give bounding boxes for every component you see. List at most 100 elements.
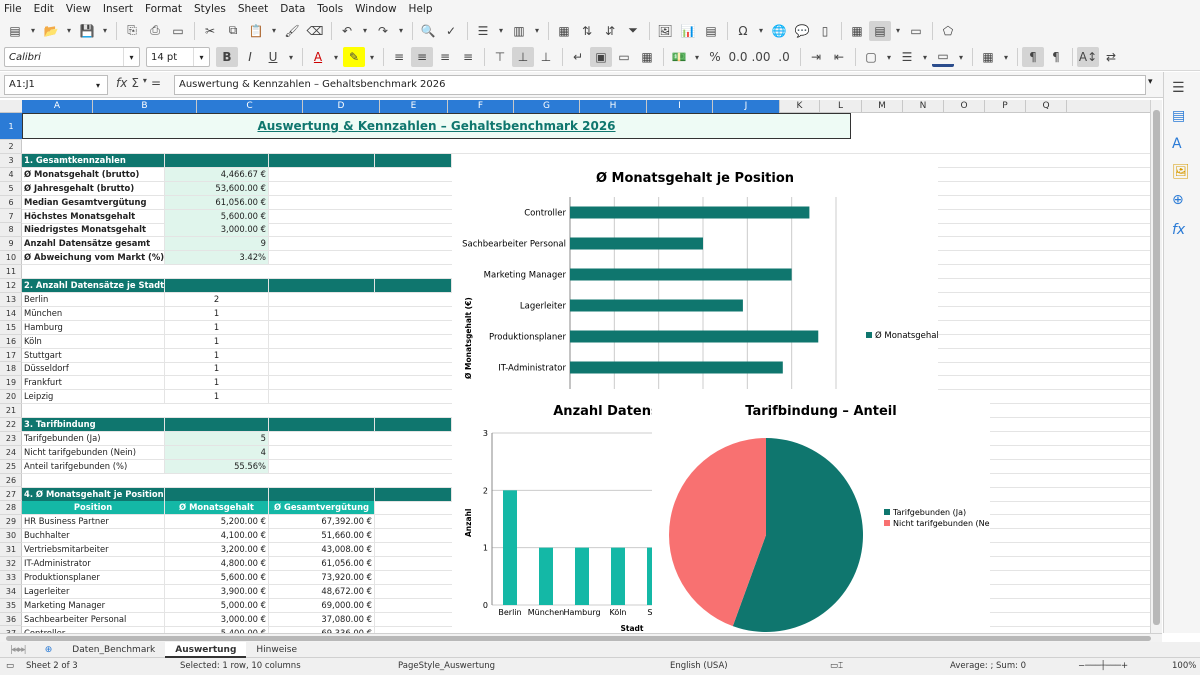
row-header[interactable]: 27 [0,488,22,502]
position-monthly[interactable]: 5,000.00 € [165,598,269,612]
column-header-b[interactable]: B [93,100,197,113]
tarif-value[interactable]: 55.56% [165,459,269,473]
chart-tarif-share[interactable]: Tarifbindung – Anteil Tarifgebunden (Ja) N… [652,390,1000,633]
position-name[interactable]: Lagerleiter [22,584,165,598]
column-header-l[interactable]: L [820,100,862,113]
section-header[interactable]: 3. Tarifbindung [22,418,165,431]
row-header[interactable]: 34 [0,585,22,599]
kpi-label[interactable]: Ø Monatsgehalt (brutto) [22,167,165,181]
city-name[interactable]: Leipzig [22,390,165,404]
clear-format-icon[interactable]: ⌫ [304,21,326,41]
column-header-i[interactable]: I [647,100,713,113]
position-monthly[interactable]: 3,000.00 € [165,612,269,626]
position-name[interactable]: Marketing Manager [22,598,165,612]
row-header[interactable]: 10 [0,251,22,266]
save-dropdown-icon[interactable]: ▾ [99,21,111,41]
section-header-fill[interactable] [375,153,452,167]
define-print-area-icon[interactable]: ▦ [846,21,868,41]
styles-icon[interactable]: A [1172,136,1182,152]
city-count[interactable]: 1 [165,362,269,376]
menu-item-format[interactable]: Format [145,3,182,15]
column-header-f[interactable]: F [448,100,514,113]
row-header[interactable]: 14 [0,307,22,321]
highlight-color-icon[interactable]: ✎ [343,47,365,67]
column-header-p[interactable]: P [985,100,1026,113]
cut-icon[interactable]: ✂ [199,21,221,41]
row-header[interactable]: 11 [0,265,22,279]
paste-dropdown-icon[interactable]: ▾ [268,21,280,41]
row-header[interactable]: 31 [0,543,22,557]
section-header-fill[interactable] [269,153,375,167]
menu-item-window[interactable]: Window [355,3,396,15]
row-header[interactable]: 3 [0,154,22,168]
text-direction-icon[interactable]: ⇄ [1100,47,1122,67]
city-name[interactable]: Hamburg [22,320,165,334]
city-name[interactable]: Stuttgart [22,348,165,362]
wrap-text-icon[interactable]: ↵ [567,47,589,67]
align-center-icon[interactable]: ≡ [411,47,433,67]
vertical-scrollbar[interactable] [1150,100,1162,633]
menu-item-view[interactable]: View [66,3,91,15]
chevron-down-icon[interactable]: ▾ [193,48,209,66]
justify-icon[interactable]: ≡ [457,47,479,67]
position-total[interactable]: 48,672.00 € [269,584,375,598]
row-header[interactable]: 21 [0,404,22,418]
tarif-label[interactable]: Tarifgebunden (Ja) [22,431,165,445]
row-header[interactable]: 28 [0,501,22,516]
tab-auswertung[interactable]: Auswertung [165,641,247,658]
redo-dropdown-icon[interactable]: ▾ [395,21,407,41]
position-monthly[interactable]: 4,100.00 € [165,529,269,543]
border-color-icon[interactable]: ▭ [932,47,954,67]
position-monthly[interactable]: 3,200.00 € [165,543,269,557]
city-count[interactable]: 1 [165,306,269,320]
borders-dropdown-icon[interactable]: ▾ [883,47,895,67]
position-name[interactable]: HR Business Partner [22,515,165,529]
position-monthly[interactable]: 5,200.00 € [165,515,269,529]
tarif-value[interactable]: 5 [165,431,269,445]
bar[interactable] [570,237,703,250]
row-header[interactable]: 7 [0,210,22,224]
section-header-fill[interactable] [165,418,269,431]
row-header[interactable]: 29 [0,515,22,530]
column-header-h[interactable]: H [580,100,647,113]
new-dropdown-icon[interactable]: ▾ [27,21,39,41]
row-header[interactable]: 18 [0,362,22,377]
right-to-left-icon[interactable]: ¶ [1045,47,1067,67]
properties-icon[interactable]: ▤ [1172,108,1185,124]
row-header[interactable]: 16 [0,335,22,349]
spreadsheet-grid[interactable]: ABCDEFGHIJKLMNOPQ 1 2 3 4 5 6 7 8 9 10 11 12 13 14 15 1… [0,100,1150,633]
clone-format-icon[interactable]: 🖌 [281,21,303,41]
row-header[interactable]: 26 [0,474,22,488]
bar[interactable] [539,547,553,605]
decrease-indent-icon[interactable]: ⇤ [828,47,850,67]
align-middle-icon[interactable]: ⊥ [512,47,534,67]
city-name[interactable]: Düsseldorf [22,362,165,376]
underline-dropdown-icon[interactable]: ▾ [285,47,297,67]
border-color-dropdown-icon[interactable]: ▾ [955,47,967,67]
section-header-fill[interactable] [165,487,269,501]
add-decimal-icon[interactable]: .00 [750,47,772,67]
position-total[interactable]: 69,000.00 € [269,598,375,612]
kpi-value[interactable]: 3.42% [165,251,269,265]
borders-icon[interactable]: ▢ [860,47,882,67]
font-color-dropdown-icon[interactable]: ▾ [330,47,342,67]
column-header-q[interactable]: Q [1026,100,1067,113]
kpi-value[interactable]: 61,056.00 € [165,195,269,209]
underline-icon[interactable]: U [262,47,284,67]
row-header[interactable]: 5 [0,182,22,196]
sum-icon[interactable]: Σ [131,76,139,90]
chevron-down-icon[interactable]: ▾ [89,76,107,94]
position-name[interactable]: Produktionsplaner [22,570,165,584]
formula-equals-icon[interactable]: = [151,76,161,90]
pivot-table-icon[interactable]: ▤ [700,21,722,41]
unmerge-cells-icon[interactable]: ▦ [636,47,658,67]
border-style-icon[interactable]: ☰ [896,47,918,67]
new-document-icon[interactable]: ▤ [4,21,26,41]
status-zoom[interactable]: 100% [1172,661,1196,671]
conditional-dropdown-icon[interactable]: ▾ [1000,47,1012,67]
column-header-d[interactable]: D [303,100,380,113]
gallery-icon[interactable]: 🖼 [1172,164,1190,180]
row-dropdown-icon[interactable]: ▾ [495,21,507,41]
sort-ascending-icon[interactable]: ⇅ [576,21,598,41]
column-header-m[interactable]: M [862,100,903,113]
